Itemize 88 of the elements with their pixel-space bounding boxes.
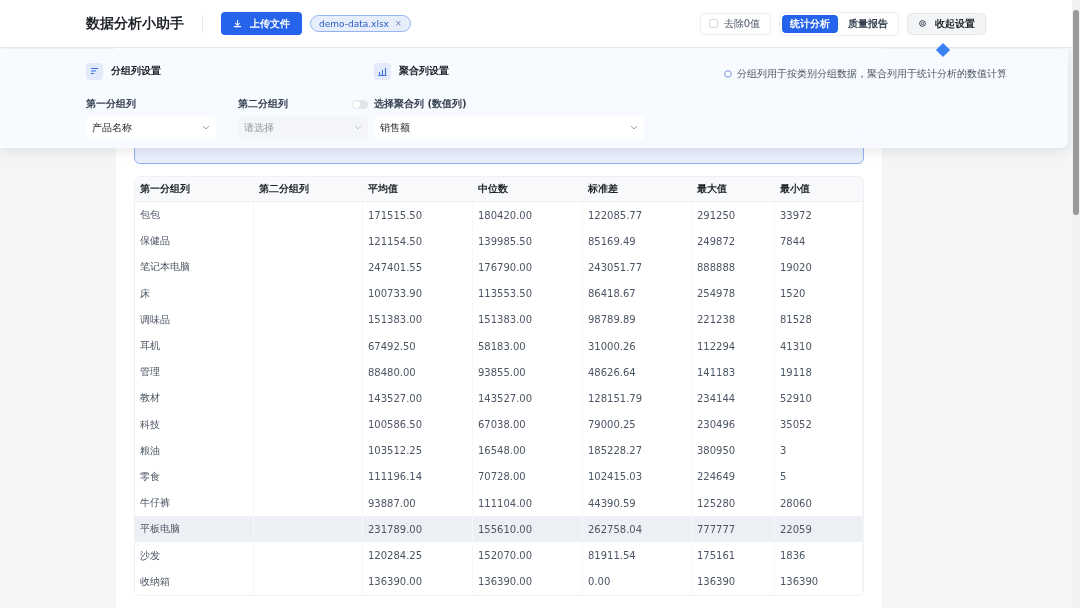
column-header: 标准差 (587, 182, 619, 196)
field-label: 选择聚合列 (数值列) (374, 97, 467, 111)
table-cell: 234144 (692, 385, 775, 412)
column-header: 中位数 (477, 182, 509, 196)
table-cell: 254978 (692, 280, 775, 307)
table-cell: 247401.55 (363, 254, 473, 281)
table-cell: 243051.77 (583, 254, 692, 281)
table-cell: 136390.00 (363, 568, 473, 595)
table-cell: 113553.50 (473, 280, 583, 307)
table-cell: 888888 (692, 254, 775, 281)
column-header: 最大值 (696, 182, 728, 196)
table-row[interactable]: 收纳箱 136390.00 136390.00 0.00 136390 136390 (135, 568, 863, 595)
table-cell: 收纳箱 (135, 568, 254, 595)
table-cell: 粮油 (135, 437, 254, 464)
upload-icon (233, 19, 242, 28)
section-title: 分组列设置 (111, 64, 161, 78)
table-cell: 床 (135, 280, 254, 307)
table-cell: 沙发 (135, 542, 254, 569)
select-value: 产品名称 (92, 120, 132, 135)
table-cell: 185228.27 (583, 437, 692, 464)
table-cell: 教材 (135, 385, 254, 412)
table-cell: 19020 (775, 254, 863, 281)
hint-text: 分组列用于按类别分组数据，聚合列用于统计分析的数值计算 (737, 67, 1007, 81)
table-cell: 120284.25 (363, 542, 473, 569)
tab[interactable]: 质量报告 (840, 14, 896, 33)
select-placeholder: 请选择 (244, 120, 274, 135)
column-header: 第一分组列 (139, 182, 191, 196)
table-cell: 176790.00 (473, 254, 583, 281)
table-cell: 79000.25 (583, 411, 692, 438)
bar-chart-icon (374, 62, 391, 80)
select-field[interactable]: 销售额 (374, 116, 644, 139)
table-cell: 230496 (692, 411, 775, 438)
upload-button[interactable]: 上传文件 (221, 12, 302, 35)
select-field[interactable]: 产品名称 (86, 116, 216, 139)
table-cell: 1520 (775, 280, 863, 307)
table-cell: 143527.00 (473, 385, 583, 412)
close-button[interactable]: × (394, 19, 402, 28)
collapse-settings-button[interactable]: 收起设置 (907, 12, 986, 35)
table-cell: 1836 (775, 542, 863, 569)
table-cell: 81911.54 (583, 542, 692, 569)
sort-icon (86, 62, 103, 80)
table-cell: 科技 (135, 411, 254, 438)
app-title: 数据分析小助手 (86, 14, 184, 33)
remove-zero-checkbox[interactable]: 去除0值 (699, 12, 771, 35)
table-cell: 100586.50 (363, 411, 473, 438)
table-cell: 380950 (692, 437, 775, 464)
table-cell: 67038.00 (473, 411, 583, 438)
chevron-down-icon (202, 124, 210, 131)
checkbox-label: 去除0值 (723, 16, 760, 31)
info-icon (724, 70, 732, 78)
table-cell: 136390.00 (473, 568, 583, 595)
checkbox[interactable] (708, 19, 718, 28)
table-cell: 0.00 (583, 568, 692, 595)
column-header: 平均值 (367, 182, 399, 196)
table-cell: 143527.00 (363, 385, 473, 412)
table-cell: 笔记本电脑 (135, 254, 254, 281)
table-cell: 52910 (775, 385, 863, 412)
table-cell: 175161 (692, 542, 775, 569)
table-cell: 151383.00 (473, 306, 583, 333)
chevron-down-icon (630, 124, 638, 131)
column-header: 第二分组列 (258, 182, 310, 196)
field-label: 第二分组列 (238, 97, 288, 111)
scrollbar[interactable] (1072, 0, 1080, 608)
table-cell: 128151.79 (583, 385, 692, 412)
table-row[interactable]: 平板电脑 231789.00 155610.00 262758.04 777777 22059 (135, 516, 863, 543)
table-cell: 35052 (775, 411, 863, 438)
table-cell: 调味品 (135, 306, 254, 333)
table-cell: 100733.90 (363, 280, 473, 307)
table-cell: 151383.00 (363, 306, 473, 333)
settings-icon (918, 19, 927, 28)
tab[interactable]: 统计分析 (782, 14, 838, 33)
column-header: 最小值 (779, 182, 811, 196)
field-label: 第一分组列 (86, 97, 136, 111)
file-name: demo-data.xlsx (319, 18, 389, 29)
select-value: 销售额 (380, 120, 410, 135)
table-cell: 16548.00 (473, 437, 583, 464)
table-cell: 98789.89 (583, 306, 692, 333)
chevron-down-icon (354, 124, 362, 131)
table-cell: 103512.25 (363, 437, 473, 464)
table-cell: 3 (775, 437, 863, 464)
section-title: 聚合列设置 (399, 64, 449, 78)
table-cell: 81528 (775, 306, 863, 333)
table-cell: 221238 (692, 306, 775, 333)
table-cell: 152070.00 (473, 542, 583, 569)
table-cell: 136390 (775, 568, 863, 595)
table-cell: 136390 (692, 568, 775, 595)
toggle-switch[interactable] (352, 99, 368, 109)
table-cell: 86418.67 (583, 280, 692, 307)
